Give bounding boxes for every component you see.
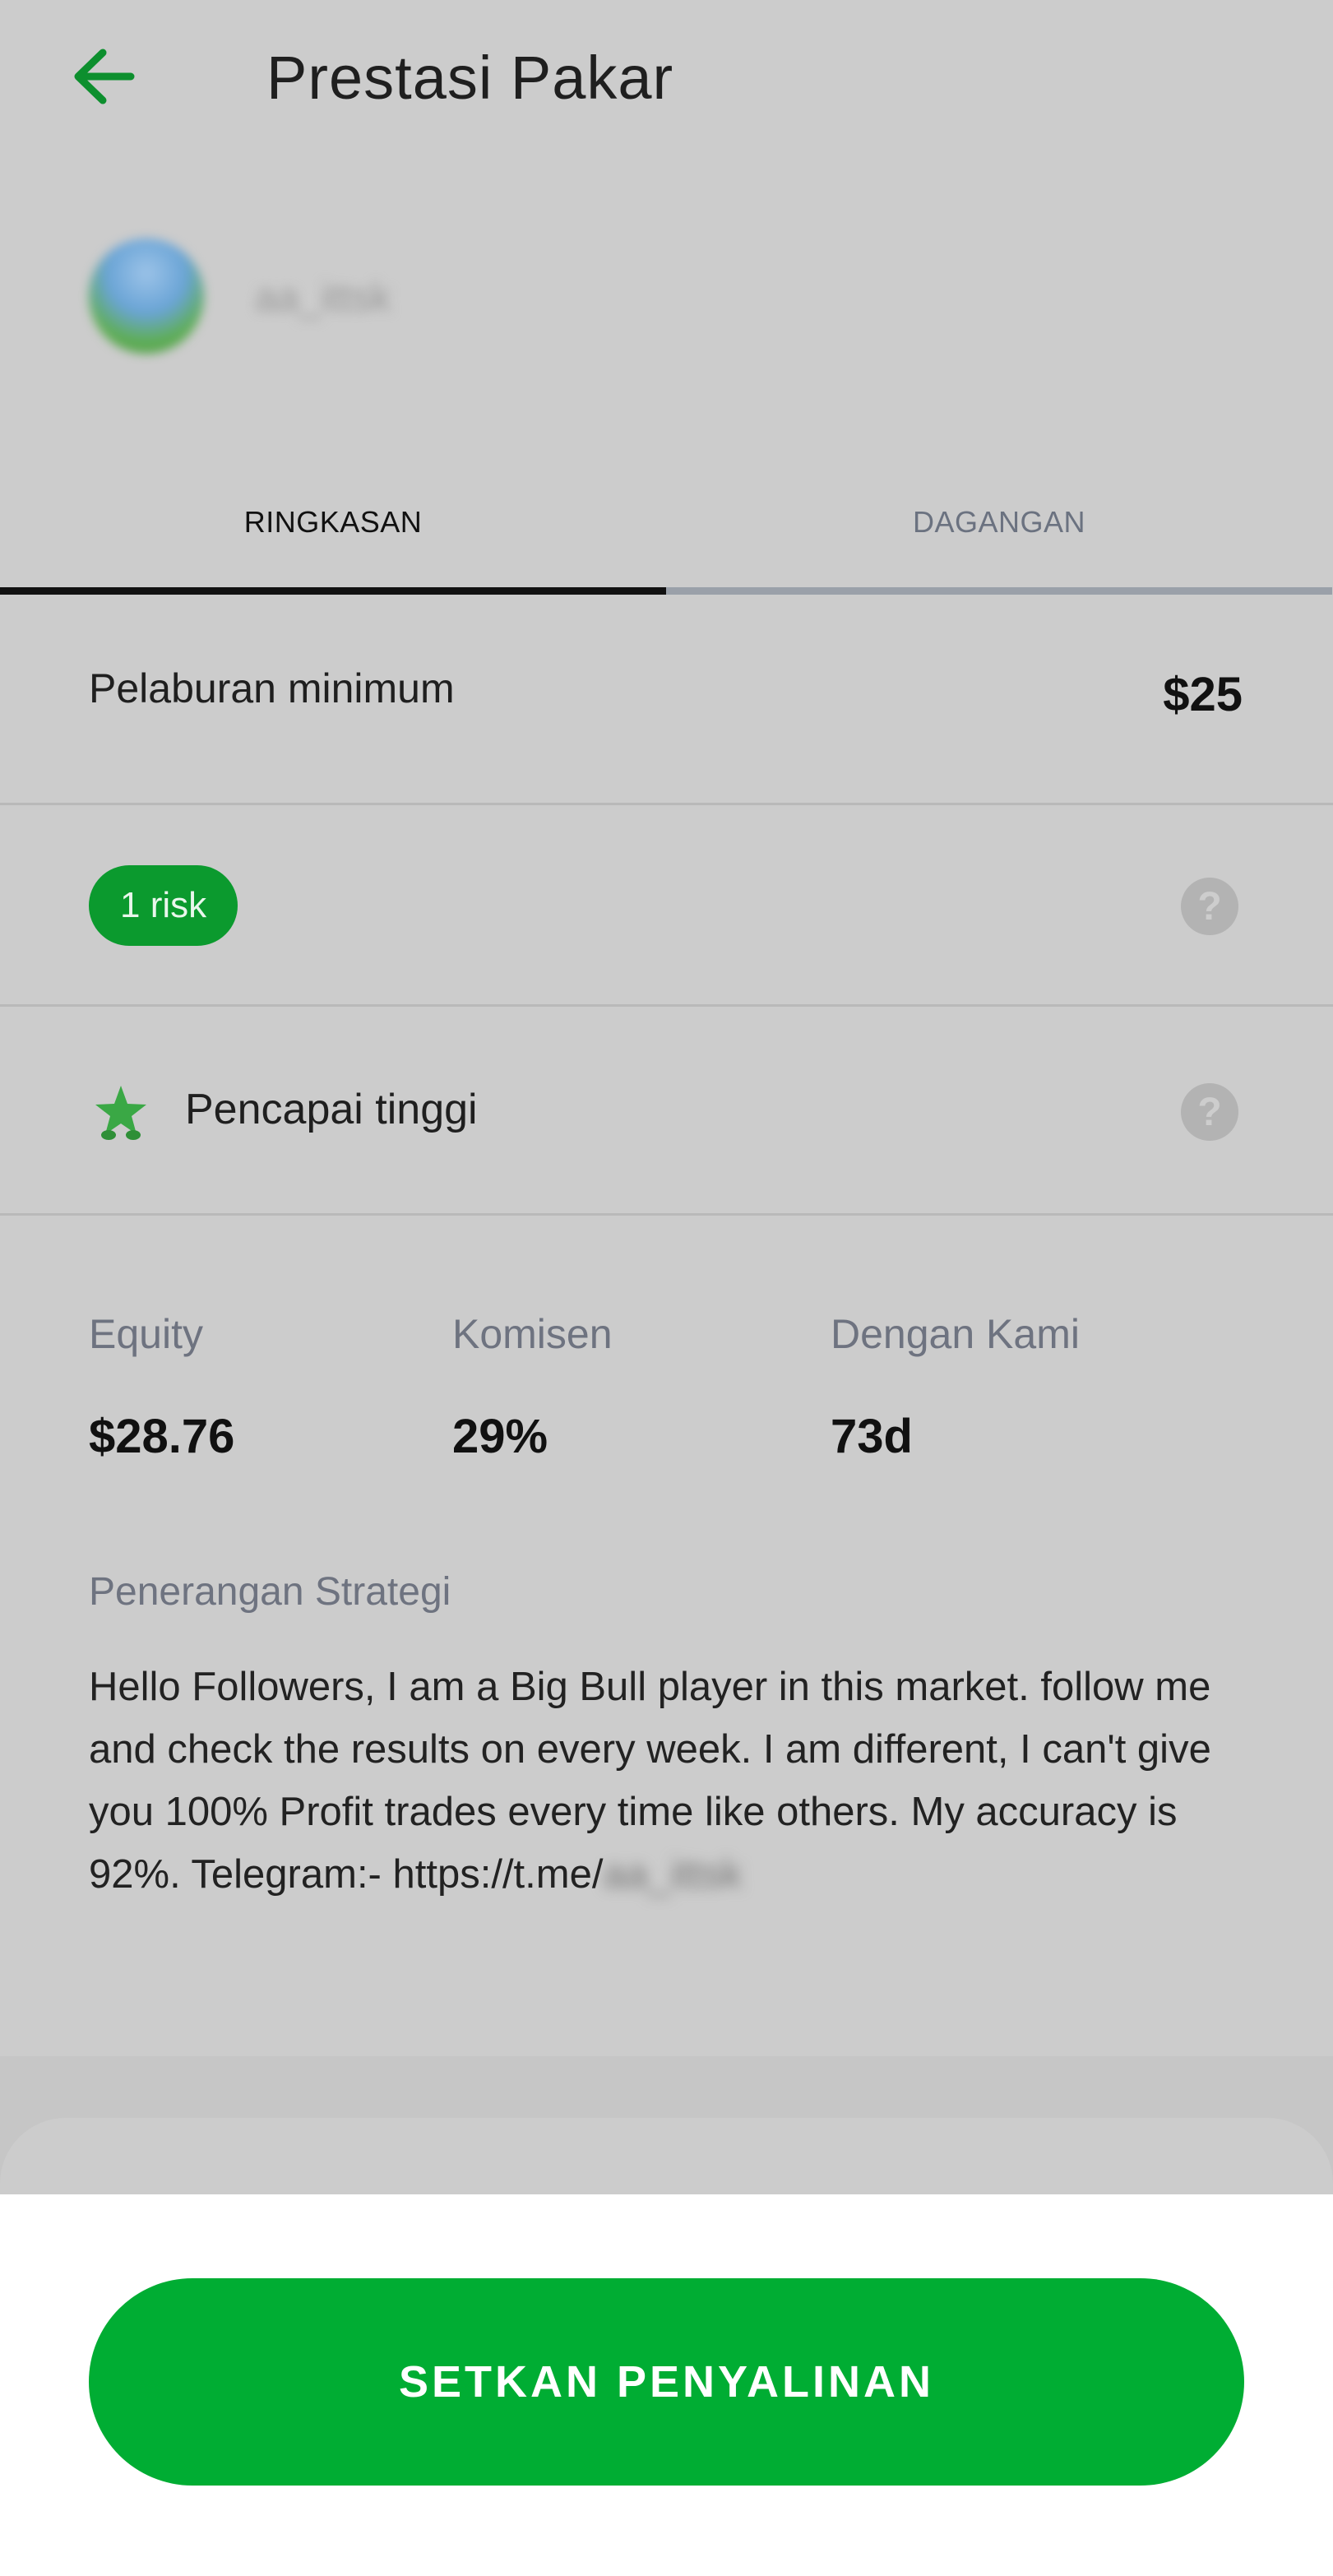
stat-commission: Komisen 29% xyxy=(452,1310,613,1464)
stat-label: Komisen xyxy=(452,1311,613,1357)
risk-row: 1 risk ? xyxy=(0,805,1333,1007)
stat-label: Equity xyxy=(89,1311,203,1357)
question-circle-icon[interactable]: ? xyxy=(1181,878,1238,935)
username: aa_ittsk xyxy=(255,276,391,320)
page-title: Prestasi Pakar xyxy=(266,44,674,112)
stat-value: 73d xyxy=(831,1410,913,1463)
strategy-label: Penerangan Strategi xyxy=(89,1570,451,1614)
telegram-handle-redacted[interactable]: aa_ittsk xyxy=(603,1843,742,1906)
bottom-bar: SETKAN PENYALINAN xyxy=(0,2194,1333,2576)
star-achiever-icon xyxy=(95,1086,146,1140)
risk-badge: 1 risk xyxy=(89,865,238,946)
stat-label: Dengan Kami xyxy=(831,1311,1080,1357)
stat-value: $28.76 xyxy=(89,1410,235,1463)
avatar xyxy=(89,239,204,354)
minimum-investment-row: Pelaburan minimum $25 xyxy=(0,595,1333,805)
tab-trades[interactable]: DAGANGAN xyxy=(666,456,1332,595)
header: Prestasi Pakar xyxy=(0,0,1333,156)
tab-summary[interactable]: RINGKASAN xyxy=(0,456,666,595)
achievement-row: Pencapai tinggi ? xyxy=(0,1007,1333,1216)
strategy-description: Hello Followers, I am a Big Bull player … xyxy=(89,1656,1257,1906)
minimum-investment-label: Pelaburan minimum xyxy=(89,665,455,711)
start-copying-button[interactable]: SETKAN PENYALINAN xyxy=(89,2278,1244,2486)
achievement-label: Pencapai tinggi xyxy=(185,1086,478,1133)
expert-profile[interactable]: aa_ittsk xyxy=(0,214,1333,378)
tab-bar: RINGKASAN DAGANGAN xyxy=(0,456,1333,595)
arrow-left-icon xyxy=(74,49,135,104)
stat-equity: Equity $28.76 xyxy=(89,1310,234,1464)
screen: Prestasi Pakar aa_ittsk RINGKASAN DAGANG… xyxy=(0,0,1333,2576)
back-button[interactable] xyxy=(58,37,148,115)
stat-value: 29% xyxy=(452,1410,548,1463)
stat-with-us: Dengan Kami 73d xyxy=(831,1310,1080,1464)
summary-card: Equity $28.76 Komisen 29% Dengan Kami 73… xyxy=(0,1216,1333,2056)
minimum-investment-value: $25 xyxy=(1163,668,1243,721)
question-circle-icon[interactable]: ? xyxy=(1181,1083,1238,1141)
